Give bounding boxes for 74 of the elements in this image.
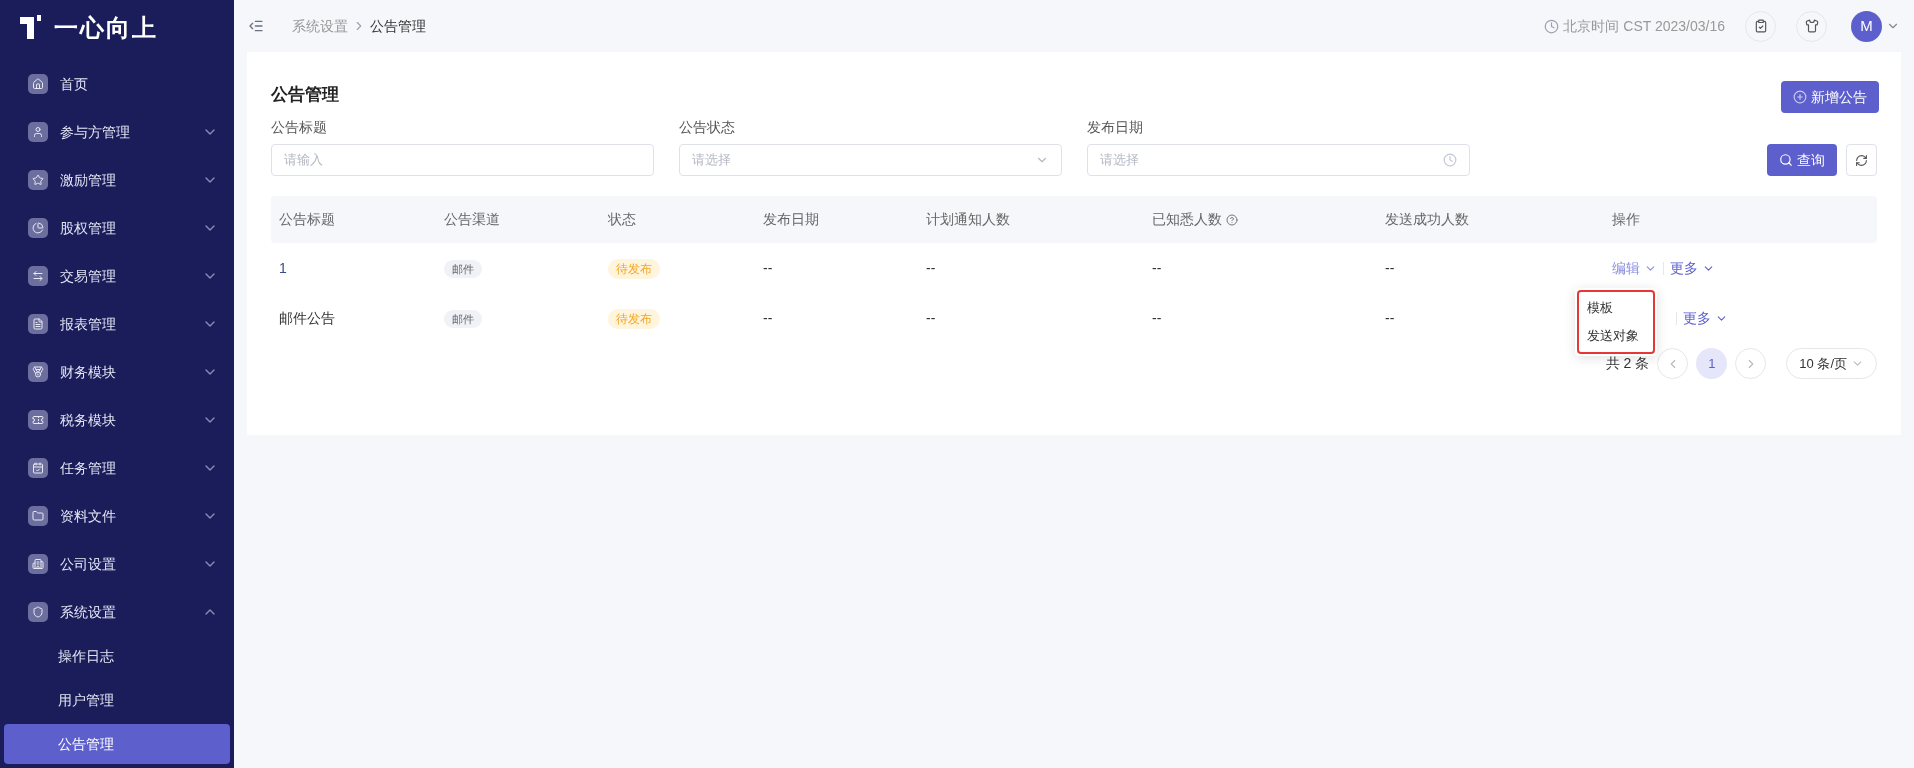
folder-icon [28,506,48,526]
sidebar-subitem[interactable]: 用户管理 [4,680,230,720]
page-button[interactable]: 1 [1696,348,1728,379]
column-header: 操作 [1612,210,1640,229]
column-header: 公告渠道 [444,210,500,229]
table-cell: -- [1385,260,1395,276]
user-avatar[interactable]: M [1851,10,1882,42]
sidebar-subitem[interactable]: 操作日志 [4,636,230,676]
table-cell: -- [763,260,773,276]
total-count: 共 2 条 [1605,354,1650,373]
clock-icon [1443,153,1457,167]
more-link[interactable]: 更多 [1683,307,1728,329]
person-icon [28,122,48,142]
table-cell: -- [763,310,773,326]
sidebar-item[interactable]: 公司设置 [0,540,234,588]
sidebar-item[interactable]: 首页 [0,60,234,108]
column-header: 发送成功人数 [1385,210,1469,229]
plus-icon [1793,90,1807,104]
document-icon [28,314,48,334]
sidebar-item[interactable]: 激励管理 [0,156,234,204]
sidebar-item[interactable]: 交易管理 [0,252,234,300]
more-link[interactable]: 更多 [1670,257,1715,279]
status-tag: 待发布 [608,259,660,279]
sidebar-item[interactable]: 任务管理 [0,444,234,492]
calendar-check-icon [28,458,48,478]
table-cell: 邮件公告 [279,310,335,326]
sidebar-item[interactable]: 报表管理 [0,300,234,348]
sidebar-subitem[interactable]: 公告管理 [4,724,230,764]
clock-icon [1544,18,1560,34]
channel-tag: 邮件 [444,310,482,328]
filter-label: 公告标题 [271,118,328,137]
search-button[interactable]: 查询 [1767,144,1837,176]
logo-text: 一心向上 [54,13,158,43]
status-tag: 待发布 [608,309,660,329]
sidebar-item[interactable]: 股权管理 [0,204,234,252]
column-header: 公告标题 [279,210,335,229]
search-icon [1779,153,1793,167]
pie-icon [28,218,48,238]
dropdown-item[interactable]: 模板 [1579,294,1653,322]
building-icon [28,554,48,574]
clipboard-check-icon [1753,19,1768,33]
table-cell: -- [926,310,936,326]
filter-label: 发布日期 [1087,118,1144,137]
refresh-icon [1855,153,1868,167]
table-cell: -- [926,260,936,276]
dropdown-item[interactable]: 发送对象 [1579,322,1653,350]
sidebar-item[interactable]: 财务模块 [0,348,234,396]
shirt-icon [1804,19,1819,33]
breadcrumb-link[interactable]: 公告管理 [370,15,426,37]
column-header: 已知悉人数 [1152,210,1222,229]
ticket-icon [28,410,48,430]
page-title: 公告管理 [271,84,339,106]
column-header: 计划通知人数 [926,210,1010,229]
column-header: 状态 [608,210,636,229]
column-header: 发布日期 [763,210,819,229]
table-cell: -- [1385,310,1395,326]
table-cell: -- [1152,310,1162,326]
medal-icon [28,362,48,382]
sidebar-item[interactable]: 系统设置 [0,588,234,636]
shield-icon [28,602,48,622]
reset-button[interactable] [1846,144,1877,176]
sidebar-item[interactable]: 税务模块 [0,396,234,444]
add-announcement-button[interactable]: 新增公告 [1781,81,1879,113]
channel-tag: 邮件 [444,260,482,278]
house-icon [28,74,48,94]
sidebar-item[interactable]: 参与方管理 [0,108,234,156]
title-link[interactable]: 1 [279,260,287,276]
table-cell: -- [1152,260,1162,276]
help-icon [1226,213,1238,226]
collapse-menu-icon[interactable] [248,18,264,34]
filter-label: 公告状态 [679,118,736,137]
current-time: 北京时间 CST 2023/03/16 [1563,16,1725,36]
swap-icon [28,266,48,286]
sidebar-item[interactable]: 资料文件 [0,492,234,540]
